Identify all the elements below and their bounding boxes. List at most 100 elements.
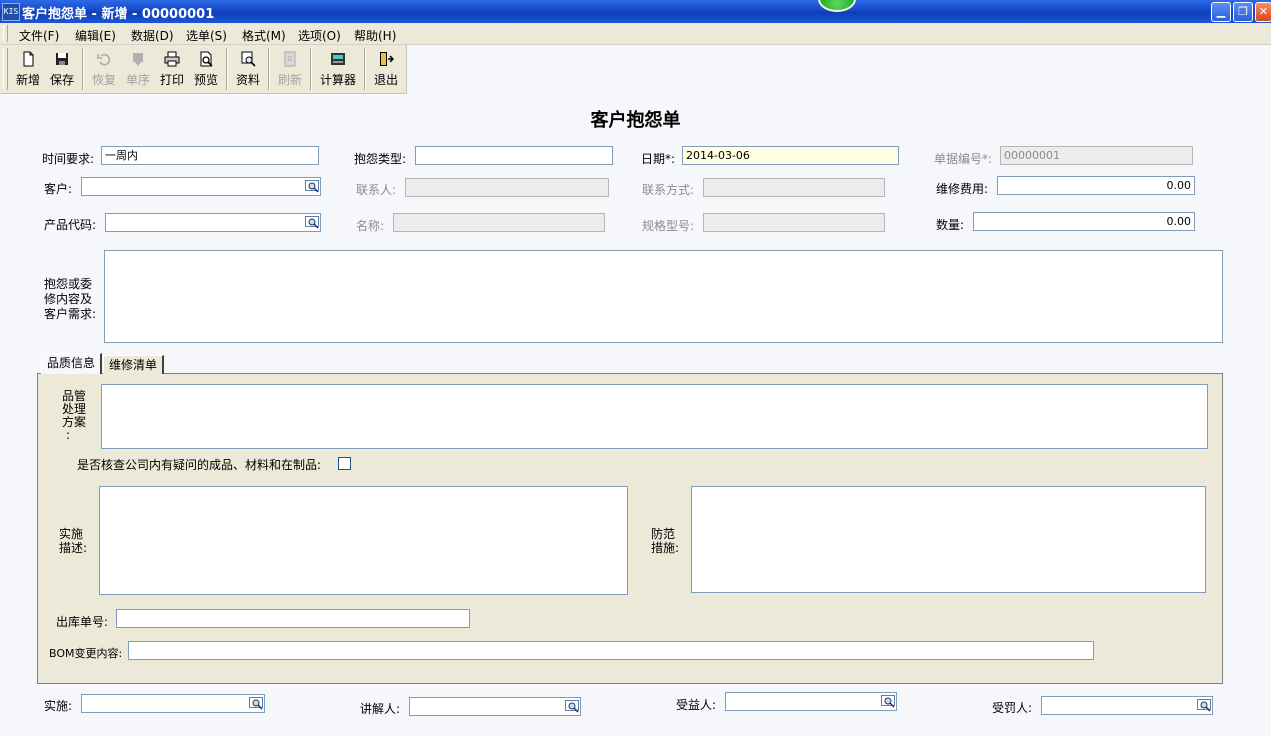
beneficiary-lookup-icon[interactable]	[881, 695, 896, 709]
data-button[interactable]: 资料	[231, 49, 265, 91]
form-title: 客户抱怨单	[590, 110, 681, 131]
product-code-label: 产品代码:	[44, 218, 97, 232]
tab-quality-info[interactable]: 品质信息	[41, 353, 103, 374]
contact-person-input[interactable]	[405, 178, 609, 197]
toolbar-separator	[364, 48, 366, 90]
explainer-lookup-icon[interactable]	[565, 700, 580, 714]
menu-file[interactable]: 文件(F)	[19, 27, 59, 44]
minimize-icon: ▁	[1216, 5, 1226, 18]
implementer-label: 实施:	[44, 699, 73, 713]
implementation-desc-textarea[interactable]	[99, 486, 628, 595]
refresh-icon	[284, 51, 296, 67]
contact-method-label: 联系方式:	[642, 183, 695, 197]
save-button[interactable]: 保存	[45, 49, 79, 91]
penalized-lookup-icon[interactable]	[1197, 699, 1212, 713]
complaint-type-input[interactable]	[415, 146, 613, 165]
prevention-measures-label: 防范 措施:	[651, 527, 680, 555]
repair-cost-label: 维修费用:	[936, 182, 989, 196]
product-name-input[interactable]	[393, 213, 605, 232]
check-question-checkbox[interactable]	[338, 457, 351, 470]
product-code-lookup-icon[interactable]	[305, 216, 320, 230]
toolbar-grip[interactable]	[3, 48, 8, 90]
document-number-label: 单据编号*:	[934, 152, 993, 166]
contact-method-input[interactable]	[703, 178, 885, 197]
contact-person-label: 联系人:	[356, 183, 397, 197]
bom-change-input[interactable]	[128, 641, 1094, 660]
menu-options[interactable]: 选项(O)	[298, 27, 341, 44]
preview-button[interactable]: 预览	[189, 49, 223, 91]
product-name-label: 名称:	[356, 219, 385, 233]
exit-door-icon	[380, 52, 394, 66]
menu-bar: 文件(F) 编辑(E) 数据(D) 选单(S) 格式(M) 选项(O) 帮助(H…	[0, 23, 1271, 45]
title-bar[interactable]: KIS 客户抱怨单 - 新增 - 00000001 ▁ ❐ ✕	[0, 0, 1271, 23]
restore-button[interactable]: ❐	[1233, 2, 1253, 22]
calculator-icon	[331, 53, 345, 65]
complaint-type-label: 抱怨类型:	[354, 152, 407, 166]
date-input[interactable]: 2014-03-06	[682, 146, 899, 165]
customer-lookup-icon[interactable]	[305, 180, 320, 194]
menu-help[interactable]: 帮助(H)	[354, 27, 396, 44]
time-requirement-label: 时间要求:	[42, 152, 95, 166]
printer-icon	[164, 51, 180, 67]
status-orb-icon	[818, 0, 856, 12]
sequence-button[interactable]: 单序	[121, 49, 155, 91]
print-preview-icon	[200, 51, 213, 67]
close-button[interactable]: ✕	[1255, 2, 1271, 22]
check-question-label: 是否核查公司内有疑问的成品、材料和在制品:	[77, 458, 322, 472]
repair-cost-input[interactable]: 0.00	[997, 176, 1195, 195]
quantity-input[interactable]: 0.00	[973, 212, 1195, 231]
implementer-lookup-icon[interactable]	[249, 697, 264, 711]
toolbar-separator	[82, 48, 84, 90]
data-search-icon	[241, 51, 256, 67]
menu-select[interactable]: 选单(S)	[186, 27, 227, 44]
toolbar-separator	[226, 48, 228, 90]
quality-plan-textarea[interactable]	[101, 384, 1208, 449]
menu-edit[interactable]: 编辑(E)	[75, 27, 116, 44]
tab-repair-list[interactable]: 维修清单	[103, 355, 165, 374]
save-disk-icon	[56, 53, 68, 65]
restore-action-button[interactable]: 恢复	[87, 49, 121, 91]
sequence-icon	[133, 53, 143, 66]
restore-icon: ❐	[1238, 5, 1248, 18]
app-logo-icon: KIS	[2, 3, 20, 21]
menu-format[interactable]: 格式(M)	[242, 27, 286, 44]
outbound-number-input[interactable]	[116, 609, 470, 628]
new-document-icon	[23, 51, 34, 67]
quality-plan-label: 品管 处理 方案 :	[62, 389, 87, 442]
beneficiary-label: 受益人:	[676, 698, 717, 712]
penalized-label: 受罚人:	[992, 701, 1033, 715]
outbound-number-label: 出库单号:	[56, 615, 109, 629]
implementer-input[interactable]	[81, 694, 265, 713]
new-button[interactable]: 新增	[11, 49, 45, 91]
menubar-grip[interactable]	[3, 25, 8, 42]
product-code-input[interactable]	[105, 213, 321, 232]
explainer-input[interactable]	[409, 697, 581, 716]
spec-model-label: 规格型号:	[642, 219, 695, 233]
complaint-content-textarea[interactable]	[104, 250, 1223, 343]
date-label: 日期*:	[641, 152, 676, 166]
refresh-button[interactable]: 刷新	[273, 49, 307, 91]
spec-model-input[interactable]	[703, 213, 885, 232]
document-number-input[interactable]: 00000001	[1000, 146, 1193, 165]
prevention-measures-textarea[interactable]	[691, 486, 1206, 593]
window-title: 客户抱怨单 - 新增 - 00000001	[22, 7, 215, 22]
time-requirement-input[interactable]: 一周内	[101, 146, 319, 165]
minimize-button[interactable]: ▁	[1211, 2, 1231, 22]
toolbar-separator	[310, 48, 312, 90]
beneficiary-input[interactable]	[725, 692, 897, 711]
customer-label: 客户:	[44, 182, 73, 196]
print-button[interactable]: 打印	[155, 49, 189, 91]
calculator-button[interactable]: 计算器	[316, 49, 360, 91]
menu-data[interactable]: 数据(D)	[131, 27, 174, 44]
penalized-input[interactable]	[1041, 696, 1213, 715]
customer-input[interactable]	[81, 177, 321, 196]
toolbar-separator	[268, 48, 270, 90]
undo-icon	[97, 53, 111, 66]
toolbar: 新增 保存 恢复 单序 打印 预览 资料 刷新 计算器 退出	[0, 45, 407, 94]
explainer-label: 讲解人:	[360, 702, 401, 716]
exit-button[interactable]: 退出	[369, 49, 403, 91]
bom-change-label: BOM变更内容:	[49, 647, 123, 660]
quantity-label: 数量:	[936, 218, 965, 232]
close-icon: ✕	[1258, 5, 1269, 18]
implementation-desc-label: 实施 描述:	[59, 527, 88, 555]
